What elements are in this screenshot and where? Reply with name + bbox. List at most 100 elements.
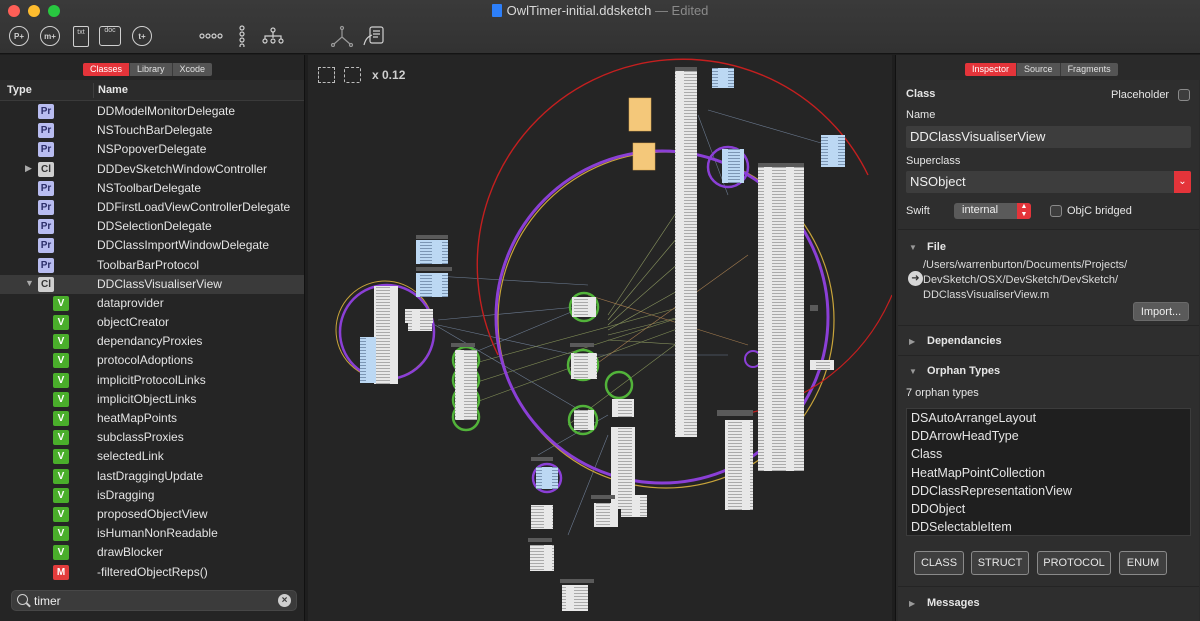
type-list-row[interactable]: M -filteredObjectReps() (0, 563, 304, 582)
window-title: OwlTimer-initial.ddsketch — Edited (0, 3, 1200, 18)
add-doc-button[interactable]: doc (99, 25, 121, 47)
protocol-plus-icon: P+ (9, 26, 29, 46)
tab-classes[interactable]: Classes (83, 63, 131, 76)
reveal-in-finder-icon[interactable]: ➜ (908, 271, 923, 286)
type-kind-badge: Pr (38, 180, 54, 196)
layout-vertical-button[interactable] (236, 25, 248, 47)
type-list-row[interactable]: Pr ToolbarBarProtocol (0, 256, 304, 275)
divider (898, 586, 1199, 587)
placeholder-label: Placeholder (1111, 89, 1170, 101)
add-struct-button[interactable]: STRUCT (971, 551, 1029, 575)
doc-icon: doc (99, 26, 121, 46)
orphan-type-item[interactable]: Class (907, 445, 1190, 463)
orphan-type-item[interactable]: DSAutoArrangeLayout (907, 409, 1190, 427)
layout-horizontal-button[interactable] (199, 25, 223, 47)
add-type-button[interactable]: t+ (132, 25, 152, 47)
arrange-button[interactable] (330, 25, 354, 47)
type-list-row[interactable]: VprotocolAdoptions (0, 351, 304, 370)
file-section-title: File (927, 241, 946, 253)
column-header-name[interactable]: Name (98, 84, 128, 96)
add-protocol-button[interactable]: P+ (9, 25, 29, 47)
orphan-types-section-header[interactable]: ▼ Orphan Types (909, 365, 1000, 377)
type-kind-badge: V (53, 334, 69, 350)
type-list-row[interactable]: VproposedObjectView (0, 505, 304, 524)
export-button[interactable] (362, 25, 386, 47)
type-list-row[interactable]: Pr DDClassImportWindowDelegate (0, 236, 304, 255)
disclosure-triangle-icon[interactable]: ▶ (25, 163, 32, 174)
type-kind-badge: V (53, 411, 69, 426)
type-list-row[interactable]: ▼ Cl DDClassVisualiserView (0, 274, 304, 294)
add-protocol-type-button[interactable]: PROTOCOL (1037, 551, 1111, 575)
orphan-types-section-title: Orphan Types (927, 365, 1001, 377)
tab-xcode[interactable]: Xcode (172, 63, 213, 76)
file-node[interactable] (632, 142, 656, 171)
type-list-row[interactable]: VisHumanNonReadable (0, 524, 304, 543)
file-section-header[interactable]: ▼ File (909, 241, 946, 253)
dependancies-section-header[interactable]: ▶ Dependancies (909, 335, 1002, 347)
type-list-row[interactable]: VimplicitProtocolLinks (0, 371, 304, 390)
tab-source[interactable]: Source (1017, 63, 1061, 76)
type-list-row[interactable]: Pr DDSelectionDelegate (0, 217, 304, 236)
type-list-row[interactable]: VlastDraggingUpdate (0, 467, 304, 486)
disclosure-triangle-icon[interactable]: ▼ (25, 278, 34, 288)
type-list-row[interactable]: VheatMapPoints (0, 409, 304, 428)
objc-bridged-checkbox[interactable] (1050, 205, 1062, 217)
type-list-row[interactable]: Vdataprovider (0, 294, 304, 313)
orphan-type-item[interactable]: DDSelectableItem (907, 518, 1190, 536)
swift-access-popup[interactable]: internal ▲ ▼ (954, 203, 1031, 219)
type-list-row[interactable]: Pr DDModelMonitorDelegate (0, 102, 304, 121)
add-class-button[interactable]: CLASS (914, 551, 964, 575)
search-input[interactable]: timer (34, 594, 61, 608)
type-list-row[interactable]: Pr NSTouchBarDelegate (0, 121, 304, 140)
type-list-row[interactable]: VsubclassProxies (0, 428, 304, 447)
import-button[interactable]: Import... (1133, 302, 1189, 321)
zoom-to-fit-icon[interactable] (318, 67, 335, 83)
zoom-to-selection-icon[interactable] (344, 67, 361, 83)
type-list-row[interactable]: Pr NSPopoverDelegate (0, 140, 304, 159)
type-name: DDDevSketchWindowController (97, 161, 268, 176)
messages-section-header[interactable]: ▶ Messages (909, 597, 980, 609)
add-method-button[interactable]: m+ (40, 25, 60, 47)
type-name: isDragging (97, 487, 155, 502)
search-field[interactable]: timer × (11, 590, 297, 611)
orphan-type-list[interactable]: DSAutoArrangeLayout DDArrowHeadType Class H… (906, 408, 1191, 536)
disclosure-open-icon: ▼ (909, 243, 917, 252)
clear-search-icon[interactable]: × (278, 594, 291, 607)
class-node-large[interactable] (675, 67, 697, 437)
add-file-button[interactable]: txt (73, 25, 89, 47)
class-name-field[interactable]: DDClassVisualiserView (906, 126, 1191, 148)
type-list-row[interactable]: Pr DDFirstLoadViewControllerDelegate (0, 198, 304, 217)
type-list-row[interactable]: Pr NSToolbarDelegate (0, 179, 304, 198)
class-node[interactable] (374, 286, 398, 384)
type-list-row[interactable]: VobjectCreator (0, 313, 304, 332)
tab-inspector[interactable]: Inspector (965, 63, 1018, 76)
class-node-visualiser[interactable] (758, 163, 804, 471)
class-node[interactable] (725, 420, 753, 510)
superclass-select[interactable]: NSObject ⌄ (906, 171, 1191, 193)
layout-tree-button[interactable] (261, 25, 285, 47)
tab-library[interactable]: Library (130, 63, 173, 76)
orphan-type-item[interactable]: HeatMapPointCollection (907, 464, 1190, 482)
placeholder-checkbox[interactable] (1178, 89, 1190, 101)
type-name: DDFirstLoadViewControllerDelegate (97, 199, 291, 214)
class-graph[interactable] (308, 55, 892, 621)
search-icon (17, 594, 28, 605)
type-name: subclassProxies (97, 430, 184, 445)
type-list-row[interactable]: VisDragging (0, 486, 304, 505)
add-enum-button[interactable]: ENUM (1119, 551, 1167, 575)
orphan-type-item[interactable]: DDObject (907, 500, 1190, 518)
file-node[interactable] (628, 97, 652, 132)
type-list-row[interactable]: ▶ Cl DDDevSketchWindowController (0, 160, 304, 179)
tab-fragments[interactable]: Fragments (1060, 63, 1118, 76)
orphan-type-item[interactable]: DDArrowHeadType (907, 427, 1190, 445)
type-list-row[interactable]: VdrawBlocker (0, 543, 304, 562)
orphan-type-item[interactable]: DDClassRepresentationView (907, 482, 1190, 500)
type-list-row[interactable]: VselectedLink (0, 447, 304, 466)
type-name: dataprovider (97, 295, 164, 310)
diagram-canvas[interactable]: x 0.12 (308, 55, 892, 621)
column-divider[interactable] (93, 83, 94, 98)
type-kind-badge: Cl (38, 161, 54, 177)
type-list-row[interactable]: VimplicitObjectLinks (0, 390, 304, 409)
type-list-row[interactable]: VdependancyProxies (0, 332, 304, 351)
column-header-type[interactable]: Type (7, 84, 32, 96)
